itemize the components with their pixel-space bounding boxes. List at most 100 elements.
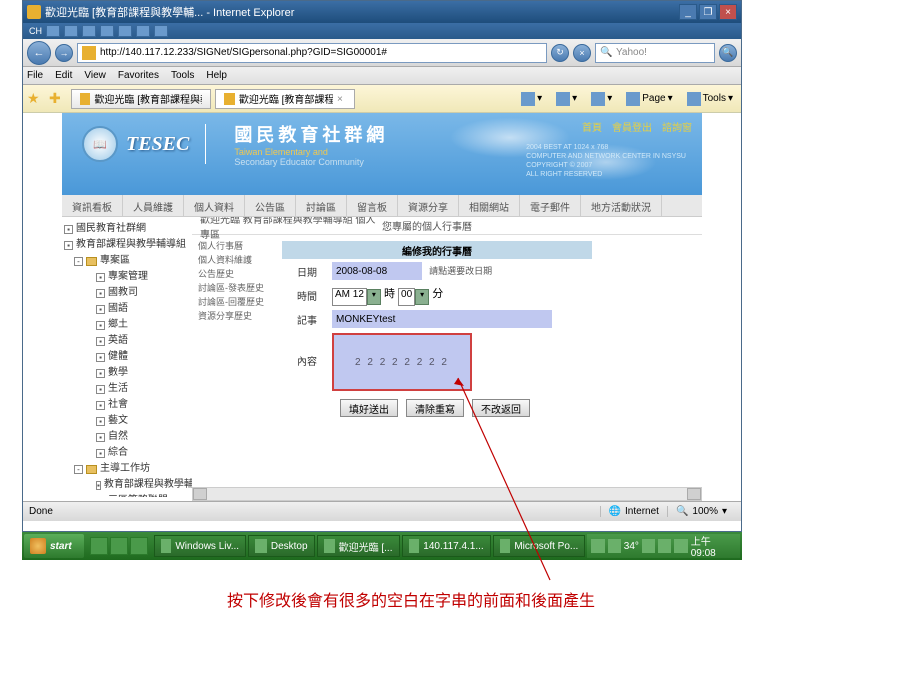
horizontal-scrollbar[interactable] [192,487,702,501]
add-favorites-icon[interactable]: ✚ [49,90,67,108]
history-link[interactable]: 個人資料維護 [198,253,276,267]
ql-ie-icon[interactable] [90,537,108,555]
back-button[interactable]: 不改返回 [472,399,530,417]
ime-icon[interactable] [154,25,168,37]
search-placeholder: Yahoo! [616,47,647,58]
tray-icon[interactable] [608,539,621,553]
maximize-button[interactable]: ❐ [699,4,717,20]
tree-item[interactable]: ▪國教司 [64,285,190,301]
home-button[interactable]: ▾ [517,92,546,106]
history-link[interactable]: 討論區-回覆歷史 [198,295,276,309]
tree-item[interactable]: ▪國語 [64,301,190,317]
time-ampm-select[interactable]: AM 12 [332,288,367,306]
tray-icon[interactable] [658,539,671,553]
time-min-select[interactable]: 00 [398,288,415,306]
forward-button[interactable]: → [55,44,73,62]
search-input[interactable]: 🔍 Yahoo! [595,43,715,63]
ime-icon[interactable] [136,25,150,37]
favorites-star-icon[interactable]: ★ [27,90,45,108]
ime-icon[interactable] [100,25,114,37]
zoom-control[interactable]: 🔍 100% ▾ [667,506,735,517]
ql-desktop-icon[interactable] [130,537,148,555]
tree-item[interactable]: ▪藝文 [64,413,190,429]
address-bar[interactable]: http://140.117.12.233/SIGNet/SIGpersonal… [77,43,547,63]
tray-temp: 34° [624,541,639,552]
menu-help[interactable]: Help [206,70,227,81]
tree-folder[interactable]: -主導工作坊 [64,461,190,477]
tree-item[interactable]: ▪英語 [64,333,190,349]
ime-icon[interactable] [64,25,78,37]
ql-msn-icon[interactable] [110,537,128,555]
back-button[interactable]: ← [27,41,51,65]
task-item[interactable]: Windows Liv... [154,535,246,557]
reset-button[interactable]: 清除重寫 [406,399,464,417]
history-link[interactable]: 資源分享歷史 [198,309,276,323]
content-textarea[interactable]: 2 2 2 2 2 2 2 2 [332,333,472,391]
tree-item[interactable]: ▪鄉土 [64,317,190,333]
tray-icon[interactable] [642,539,655,553]
dropdown-icon[interactable]: ▾ [367,289,381,305]
menu-file[interactable]: File [27,70,43,81]
history-link[interactable]: 個人行事曆 [198,239,276,253]
tray-icon[interactable] [591,539,604,553]
close-button[interactable]: × [719,4,737,20]
tab-1[interactable]: 歡迎光臨 [教育部課程與教... [71,89,211,109]
ime-icon[interactable] [82,25,96,37]
tree-item[interactable]: ▪生活 [64,381,190,397]
tree-item[interactable]: ▪自然 [64,429,190,445]
nav-item[interactable]: 個人資料 [184,195,245,217]
nav-item[interactable]: 地方活動狀況 [581,195,662,217]
minimize-button[interactable]: _ [679,4,697,20]
ime-icon[interactable] [118,25,132,37]
task-item[interactable]: Microsoft Po... [493,535,586,557]
nav-item[interactable]: 資源分享 [398,195,459,217]
stop-button[interactable]: × [573,44,591,62]
tree-item[interactable]: ▪教育部課程與教學輔導組 [64,477,190,493]
site-title-en1: Taiwan Elementary and [234,147,388,157]
menu-favorites[interactable]: Favorites [118,70,159,81]
search-go-button[interactable]: 🔍 [719,44,737,62]
time-label: 時間 [282,288,332,303]
task-item[interactable]: 歡迎光臨 [... [317,535,400,557]
scroll-right-icon[interactable] [687,488,701,500]
nav-item[interactable]: 公告區 [245,195,296,217]
tab-close-icon[interactable]: × [337,94,346,104]
tray-icon[interactable] [674,539,687,553]
tree-item[interactable]: ▪國民教育社群網 [64,221,190,237]
page-button[interactable]: Page ▾ [622,92,676,106]
tree-item[interactable]: ▪數學 [64,365,190,381]
subject-input[interactable]: MONKEYtest [332,310,552,328]
tree-item[interactable]: ▪健體 [64,349,190,365]
submit-button[interactable]: 填好送出 [340,399,398,417]
tree-item[interactable]: ▪社會 [64,397,190,413]
tree-folder[interactable]: -專案區 [64,253,190,269]
tree-item[interactable]: ▪專案管理 [64,269,190,285]
menu-tools[interactable]: Tools [171,70,194,81]
tree-item[interactable]: ▪三區策略聯盟 [64,493,190,497]
history-link[interactable]: 討論區-發表歷史 [198,281,276,295]
nav-item[interactable]: 電子郵件 [520,195,581,217]
tools-button[interactable]: Tools ▾ [683,92,737,106]
tab-2-active[interactable]: 歡迎光臨 [教育部課程... × [215,89,355,109]
history-link[interactable]: 公告歷史 [198,267,276,281]
dropdown-icon[interactable]: ▾ [415,289,429,305]
task-item[interactable]: Desktop [248,535,314,557]
date-input[interactable]: 2008-08-08 [332,262,422,280]
print-button[interactable]: ▾ [587,92,616,106]
scroll-left-icon[interactable] [193,488,207,500]
ime-icon[interactable] [46,25,60,37]
start-button[interactable]: start [24,534,84,558]
nav-item[interactable]: 討論區 [296,195,347,217]
nav-item[interactable]: 留言板 [347,195,398,217]
feeds-button[interactable]: ▾ [552,92,581,106]
tree-item[interactable]: ▪綜合 [64,445,190,461]
tab-label: 歡迎光臨 [教育部課程... [239,91,333,106]
tree-item[interactable]: ▪教育部課程與教學輔導組 [64,237,190,253]
nav-item[interactable]: 相關網站 [459,195,520,217]
refresh-button[interactable]: ↻ [551,44,569,62]
menu-edit[interactable]: Edit [55,70,72,81]
task-item[interactable]: 140.117.4.1... [402,535,491,557]
nav-item[interactable]: 人員維護 [123,195,184,217]
menu-view[interactable]: View [84,70,106,81]
nav-item[interactable]: 資訊看板 [62,195,123,217]
